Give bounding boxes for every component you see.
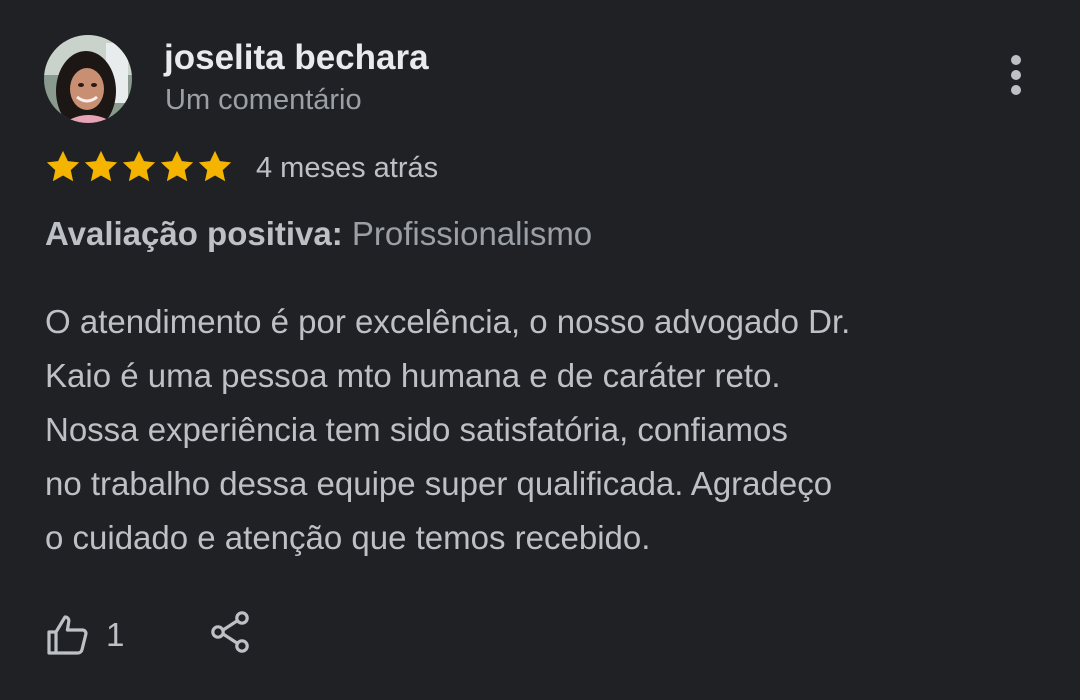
positive-value: Profissionalismo	[351, 215, 593, 252]
star-icon	[84, 150, 118, 182]
like-button[interactable]: 1	[44, 610, 124, 660]
like-count: 1	[106, 616, 125, 653]
review-text-line: no trabalho dessa equipe super qualifica…	[45, 465, 833, 502]
star-icon	[122, 150, 156, 182]
star-icon	[198, 150, 232, 182]
review-date: 4 meses atrás	[256, 152, 439, 184]
more-dot	[1011, 55, 1021, 65]
share-icon	[211, 611, 249, 653]
review-text-line: O atendimento é por excelência, o nosso …	[45, 303, 851, 340]
avatar[interactable]	[44, 35, 132, 123]
review-text-line: Kaio é uma pessoa mto humana e de caráte…	[45, 357, 781, 394]
positive-label: Avaliação positiva:	[45, 215, 343, 252]
author-name[interactable]: joselita bechara	[164, 38, 429, 78]
star-rating	[44, 148, 234, 186]
positive-highlight: Avaliação positiva: Profissionalismo	[45, 215, 592, 253]
review-card: joselita bechara Um comentário 4 meses a…	[0, 0, 1080, 700]
more-dot	[1011, 70, 1021, 80]
share-button[interactable]	[206, 608, 254, 656]
more-vert-icon[interactable]	[995, 50, 1037, 100]
thumb-up-icon	[47, 615, 88, 655]
star-icon	[46, 150, 80, 182]
review-text-line: Nossa experiência tem sido satisfatória,…	[45, 411, 788, 448]
review-text-line: o cuidado e atenção que temos recebido.	[45, 519, 651, 556]
star-icon	[160, 150, 194, 182]
more-dot	[1011, 85, 1021, 95]
author-review-count: Um comentário	[165, 84, 362, 116]
review-text: O atendimento é por excelência, o nosso …	[45, 295, 1005, 565]
avatar-image	[44, 35, 132, 123]
